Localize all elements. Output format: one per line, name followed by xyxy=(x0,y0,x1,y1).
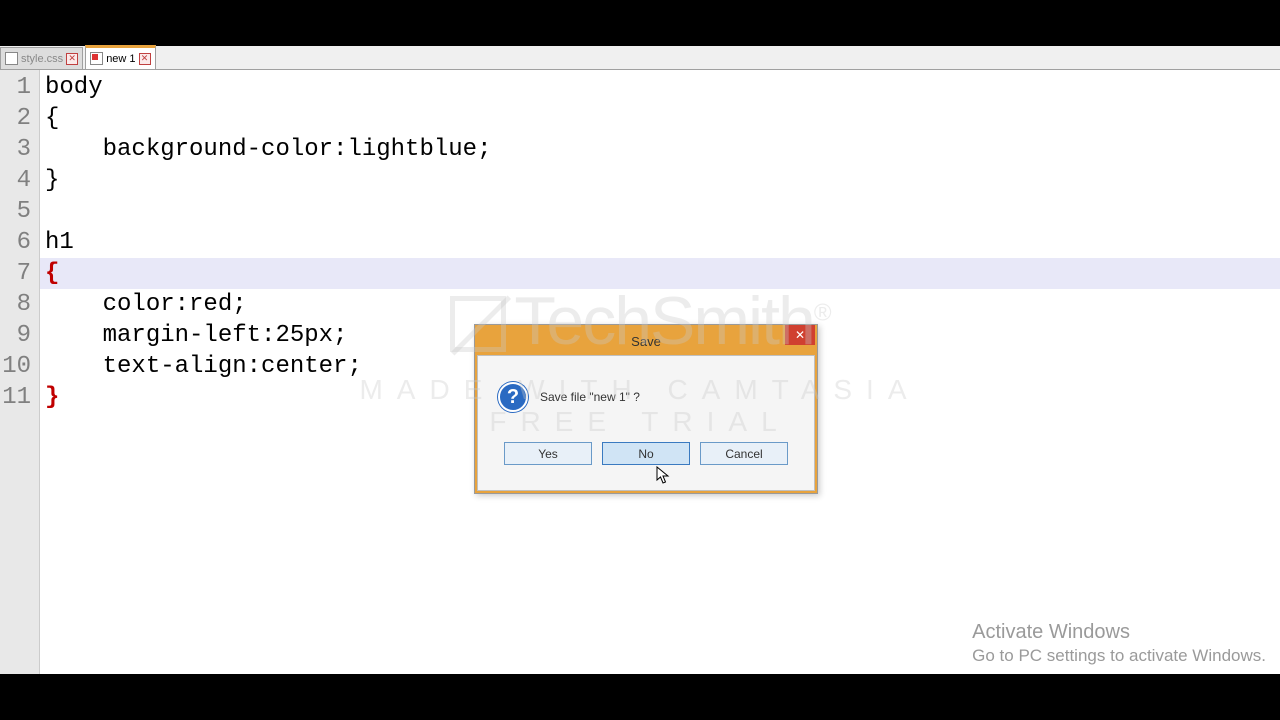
code-line[interactable]: } xyxy=(45,165,1280,196)
line-number: 4 xyxy=(0,165,31,196)
close-icon[interactable]: ✕ xyxy=(66,53,78,65)
tab-new-1[interactable]: new 1 ✕ xyxy=(85,45,155,69)
line-number: 10 xyxy=(0,351,31,382)
file-icon xyxy=(5,52,18,65)
no-button[interactable]: No xyxy=(602,442,690,465)
tab-bar: style.css ✕ new 1 ✕ xyxy=(0,46,1280,70)
line-number: 6 xyxy=(0,227,31,258)
code-line[interactable]: text-align:center; xyxy=(45,351,1280,382)
close-icon[interactable]: ✕ xyxy=(139,53,151,65)
code-line[interactable] xyxy=(45,196,1280,227)
line-number: 5 xyxy=(0,196,31,227)
line-number: 7 xyxy=(0,258,31,289)
code-line[interactable]: } xyxy=(45,382,1280,413)
mouse-cursor-icon xyxy=(656,466,672,486)
code-line[interactable]: color:red; xyxy=(45,289,1280,320)
tab-label: style.css xyxy=(21,53,63,65)
line-number: 11 xyxy=(0,382,31,413)
tab-label: new 1 xyxy=(106,53,135,65)
code-line[interactable]: h1 xyxy=(45,227,1280,258)
yes-button[interactable]: Yes xyxy=(504,442,592,465)
line-number: 3 xyxy=(0,134,31,165)
code-line[interactable]: margin-left:25px; xyxy=(45,320,1280,351)
line-number: 1 xyxy=(0,72,31,103)
code-area[interactable]: body{ background-color:lightblue;}h1{ co… xyxy=(40,70,1280,674)
activate-windows-watermark: Activate Windows Go to PC settings to ac… xyxy=(972,621,1266,666)
file-icon xyxy=(90,52,103,65)
cancel-button[interactable]: Cancel xyxy=(700,442,788,465)
code-line[interactable]: body xyxy=(45,72,1280,103)
code-editor[interactable]: 1234567891011 body{ background-color:lig… xyxy=(0,70,1280,674)
code-line[interactable]: { xyxy=(45,103,1280,134)
code-line[interactable]: { xyxy=(45,258,1280,289)
line-number: 2 xyxy=(0,103,31,134)
line-number: 8 xyxy=(0,289,31,320)
line-number: 9 xyxy=(0,320,31,351)
tab-style-css[interactable]: style.css ✕ xyxy=(0,47,83,69)
code-line[interactable]: background-color:lightblue; xyxy=(45,134,1280,165)
line-number-gutter: 1234567891011 xyxy=(0,70,40,674)
